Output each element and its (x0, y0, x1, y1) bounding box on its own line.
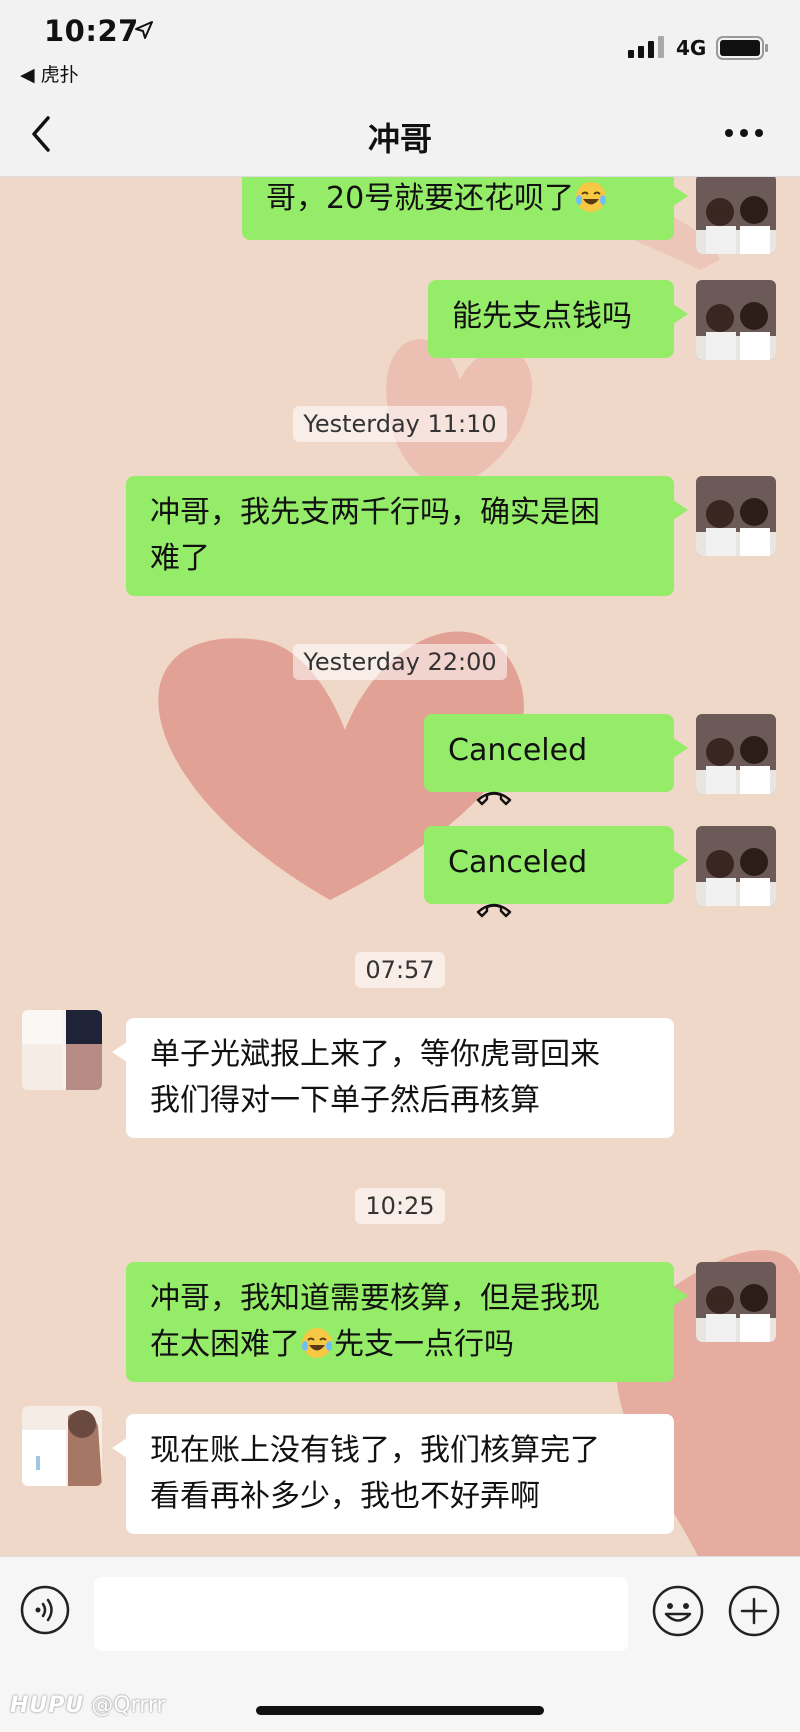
contact-avatar[interactable] (22, 1406, 102, 1486)
received-message-bubble[interactable]: 现在账上没有钱了，我们核算完了 看看再补多少，我也不好弄啊 (112, 1414, 674, 1534)
my-avatar[interactable] (696, 476, 776, 556)
call-record-bubble[interactable]: Canceled (424, 826, 688, 918)
timestamp: 10:25 (0, 1188, 800, 1224)
chat-header: 冲哥 (0, 92, 800, 177)
timestamp: Yesterday 11:10 (0, 406, 800, 442)
my-avatar[interactable] (696, 176, 776, 254)
sent-message-bubble[interactable]: 冲哥，我先支两千行吗，确实是困 难了 (126, 476, 688, 596)
plus-icon[interactable] (728, 1585, 780, 1637)
message-text-line: 在太困难了 先支一点行吗 (150, 1327, 514, 1362)
home-indicator[interactable] (256, 1706, 544, 1715)
message-text-line: 现在账上没有钱了，我们核算完了 (150, 1433, 600, 1468)
hangup-phone-icon (476, 791, 512, 806)
hupu-watermark: HUPU @Qrrrr (10, 1693, 166, 1718)
status-time: 10:27 (44, 14, 139, 48)
back-to-app-link[interactable]: ◀ 虎扑 (20, 60, 79, 87)
location-arrow-icon (135, 21, 153, 39)
signal-icon (628, 36, 664, 58)
my-avatar[interactable] (696, 714, 776, 794)
call-status-text: Canceled (448, 733, 588, 768)
my-avatar[interactable] (696, 280, 776, 360)
timestamp: 07:57 (0, 952, 800, 988)
message-text-line: 看看再补多少，我也不好弄啊 (150, 1479, 540, 1514)
more-dots-icon[interactable] (724, 128, 764, 138)
contact-avatar[interactable] (22, 1010, 102, 1090)
battery-icon (716, 36, 768, 60)
call-record-bubble[interactable]: Canceled (424, 714, 688, 806)
crying-laughing-emoji (576, 182, 607, 212)
message-text-line: 难了 (150, 541, 210, 576)
call-status-text: Canceled (448, 845, 588, 880)
sent-message-bubble[interactable]: 冲哥，我知道需要核算，但是我现 在太困难了 先支一点行吗 (126, 1262, 688, 1382)
chat-input-bar: HUPU @Qrrrr (0, 1556, 800, 1732)
crying-laughing-emoji (302, 1328, 332, 1358)
timestamp: Yesterday 22:00 (0, 644, 800, 680)
message-text-line: 冲哥，我先支两千行吗，确实是困 (150, 495, 600, 530)
voice-icon[interactable] (20, 1585, 70, 1635)
status-bar: 10:27 ◀ 虎扑 4G (0, 0, 800, 92)
message-text: 哥，20号就要还花呗了 (266, 181, 575, 216)
message-text-line: 单子光斌报上来了，等你虎哥回来 (150, 1037, 600, 1072)
message-text-line: 我们得对一下单子然后再核算 (150, 1083, 540, 1118)
sent-message-bubble[interactable]: 能先支点钱吗 (428, 280, 688, 358)
message-input[interactable] (94, 1577, 628, 1651)
my-avatar[interactable] (696, 1262, 776, 1342)
received-message-bubble[interactable]: 单子光斌报上来了，等你虎哥回来 我们得对一下单子然后再核算 (112, 1018, 674, 1138)
network-type: 4G (676, 36, 707, 60)
message-text-line: 冲哥，我知道需要核算，但是我现 (150, 1281, 600, 1316)
message-list[interactable]: 哥，20号就要还花呗了 能先支点钱吗 Yesterday 11:10 冲哥，我先… (0, 176, 800, 1556)
emoji-face-icon[interactable] (652, 1585, 704, 1637)
hangup-phone-icon (476, 903, 512, 918)
chat-title: 冲哥 (367, 120, 432, 158)
my-avatar[interactable] (696, 826, 776, 906)
message-text: 能先支点钱吗 (452, 299, 632, 334)
sent-message-bubble[interactable]: 哥，20号就要还花呗了 (242, 176, 688, 240)
